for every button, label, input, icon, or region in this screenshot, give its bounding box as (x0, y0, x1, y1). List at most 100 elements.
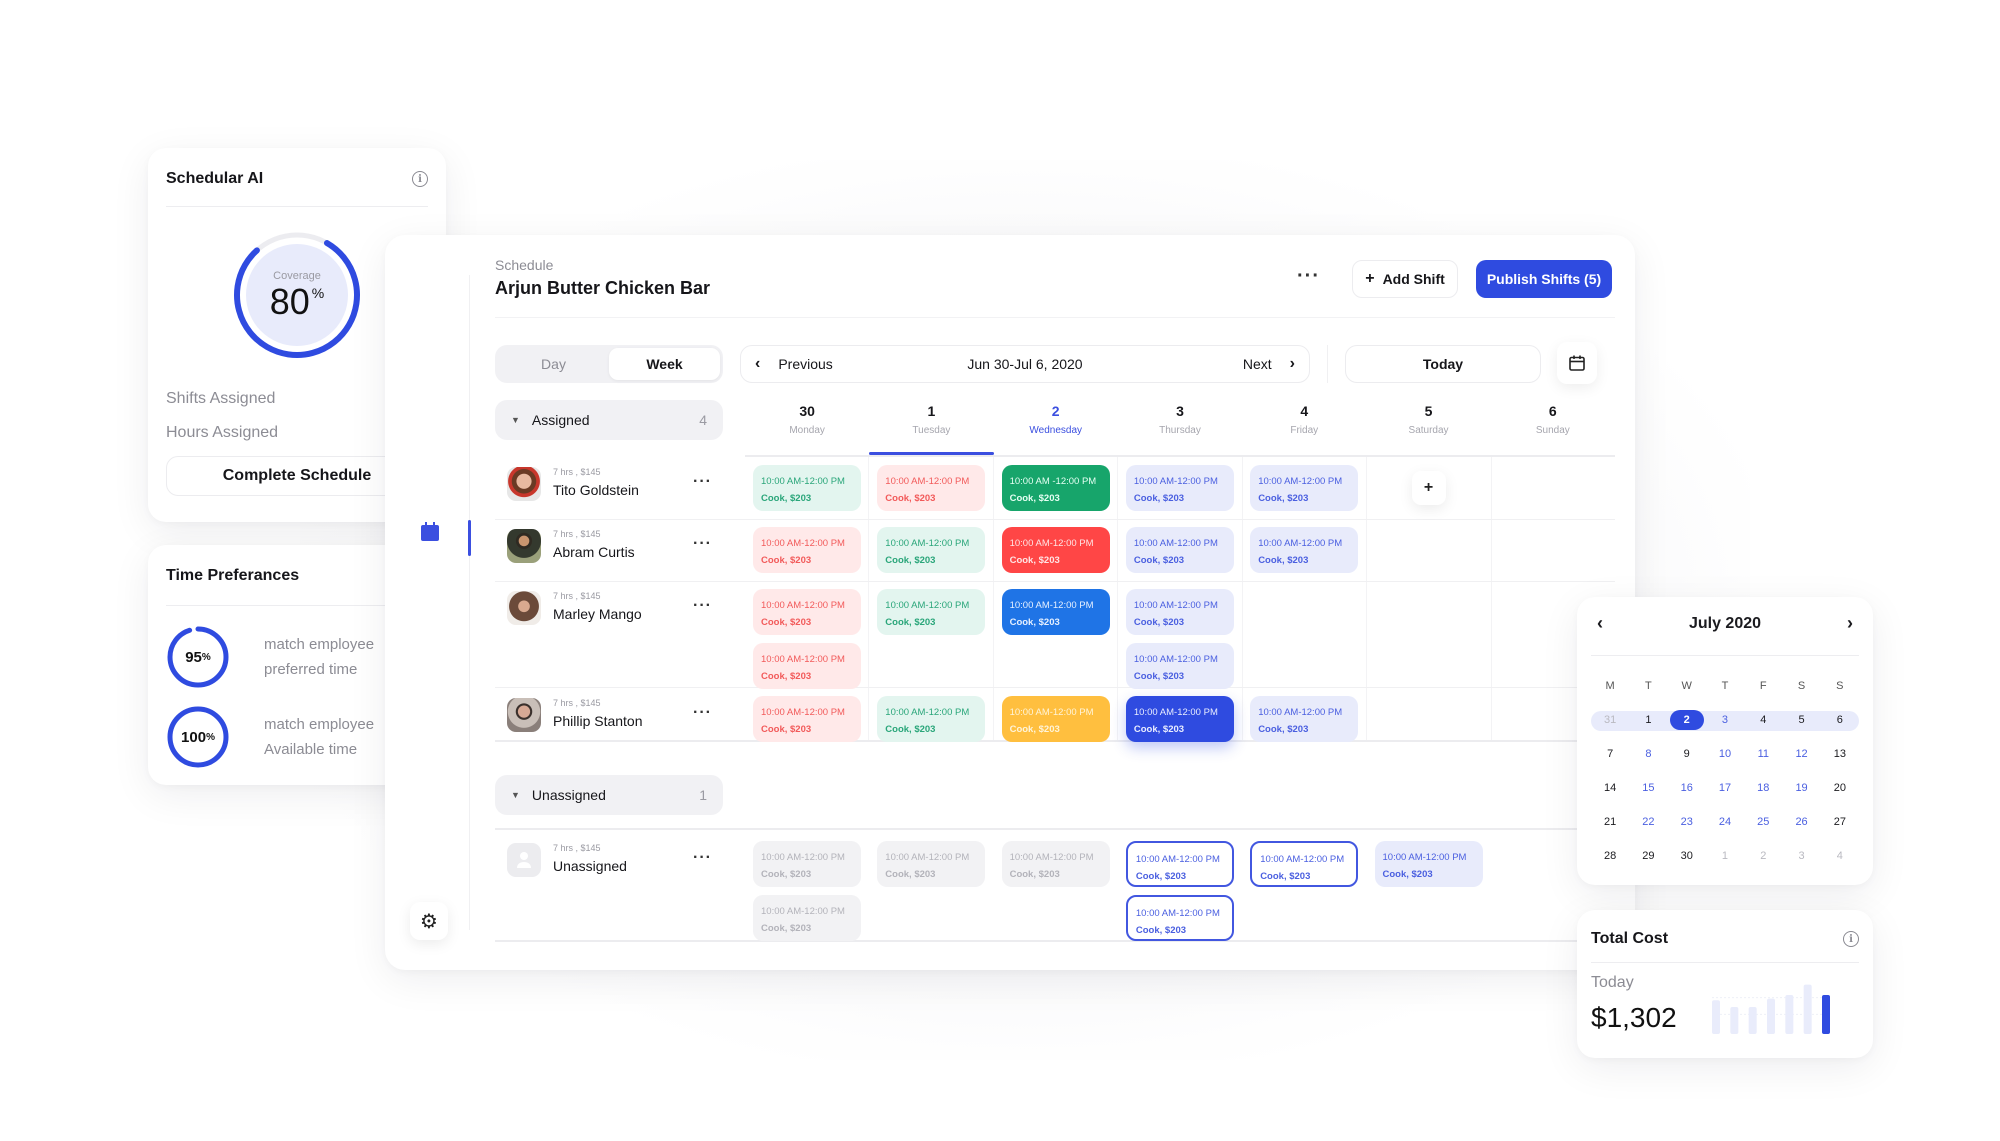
calendar-day[interactable]: 7 (1591, 748, 1629, 760)
day-column-header[interactable]: 4 Friday (1242, 395, 1366, 455)
calendar-day[interactable]: 25 (1744, 816, 1782, 828)
shift-card[interactable]: 10:00 AM-12:00 PM Cook, $203 (877, 841, 986, 887)
employee-row[interactable]: 7 hrs , $145 Phillip Stanton ··· (507, 698, 727, 732)
employee-more-button[interactable]: ··· (693, 704, 712, 722)
shift-card[interactable]: 10:00 AM-12:00 PM Cook, $203 (753, 696, 861, 742)
previous-button[interactable]: ‹ Previous (755, 355, 833, 373)
shift-card[interactable]: 10:00 AM-12:00 PM Cook, $203 (1125, 465, 1234, 511)
employee-row[interactable]: 7 hrs , $145 Unassigned ··· (507, 843, 727, 877)
shift-card[interactable]: 10:00 AM-12:00 PM Cook, $203 (1250, 527, 1359, 573)
shift-card[interactable]: 10:00 AM-12:00 PM Cook, $203 (1125, 527, 1234, 573)
shift-card[interactable]: 10:00 AM-12:00 PM Cook, $203 (753, 841, 861, 887)
prev-month-button[interactable]: ‹ (1589, 613, 1611, 634)
calendar-day[interactable]: 29 (1629, 850, 1667, 862)
day-column-header[interactable]: 2 Wednesday (994, 395, 1118, 455)
shift-card[interactable]: 10:00 AM-12:00 PM Cook, $203 (1125, 841, 1234, 887)
calendar-day[interactable]: 12 (1782, 748, 1820, 760)
shift-card[interactable]: 10:00 AM-12:00 PM Cook, $203 (753, 589, 861, 635)
calendar-day[interactable]: 30 (1668, 850, 1706, 862)
add-shift-cell-button[interactable]: + (1411, 471, 1446, 505)
employee-more-button[interactable]: ··· (693, 849, 712, 867)
calendar-day[interactable]: 2 (1744, 850, 1782, 862)
employee-more-button[interactable]: ··· (693, 473, 712, 491)
calendar-day[interactable]: 21 (1591, 816, 1629, 828)
calendar-day[interactable]: 16 (1668, 782, 1706, 794)
calendar-day[interactable]: 19 (1782, 782, 1820, 794)
shift-card[interactable]: 10:00 AM-12:00 PM Cook, $203 (753, 527, 861, 573)
employee-more-button[interactable]: ··· (693, 535, 712, 553)
calendar-day[interactable]: 1 (1629, 714, 1667, 726)
tab-week[interactable]: Week (609, 348, 720, 380)
employee-more-button[interactable]: ··· (693, 597, 712, 615)
shift-card[interactable]: 10:00 AM-12:00 PM Cook, $203 (1001, 841, 1110, 887)
settings-button[interactable]: ⚙ (410, 902, 448, 940)
calendar-day[interactable]: 11 (1744, 748, 1782, 760)
calendar-day[interactable]: 13 (1821, 748, 1859, 760)
day-column-header[interactable]: 30 Monday (745, 395, 869, 455)
info-icon[interactable]: i (1843, 931, 1859, 947)
calendar-day[interactable]: 15 (1629, 782, 1667, 794)
calendar-day[interactable]: 20 (1821, 782, 1859, 794)
shift-card[interactable]: 10:00 AM-12:00 PM Cook, $203 (1125, 696, 1234, 742)
calendar-day[interactable]: 14 (1591, 782, 1629, 794)
add-shift-button[interactable]: + Add Shift (1352, 260, 1458, 298)
calendar-day[interactable]: 4 (1821, 850, 1859, 862)
calendar-day[interactable]: 24 (1706, 816, 1744, 828)
shift-card[interactable]: 10:00 AM-12:00 PM Cook, $203 (1250, 696, 1359, 742)
shift-card[interactable]: 10:00 AM-12:00 PM Cook, $203 (753, 643, 861, 689)
shift-card[interactable]: 10:00 AM-12:00 PM Cook, $203 (1125, 643, 1234, 689)
calendar-day[interactable]: 28 (1591, 850, 1629, 862)
shift-card[interactable]: 10:00 AM-12:00 PM Cook, $203 (1125, 589, 1234, 635)
day-column-header[interactable]: 5 Saturday (1366, 395, 1490, 455)
calendar-day[interactable]: 26 (1782, 816, 1820, 828)
more-options-button[interactable]: ··· (1297, 266, 1320, 286)
info-icon[interactable]: i (412, 171, 428, 187)
calendar-day[interactable]: 31 (1591, 714, 1629, 726)
unassigned-group-header[interactable]: ▼ Unassigned 1 (495, 775, 723, 815)
calendar-day[interactable]: 22 (1629, 816, 1667, 828)
calendar-day[interactable]: 3 (1706, 714, 1744, 726)
calendar-day[interactable]: 17 (1706, 782, 1744, 794)
shift-card[interactable]: 10:00 AM-12:00 PM Cook, $203 (1001, 696, 1110, 742)
calendar-day[interactable]: 1 (1706, 850, 1744, 862)
day-column-header[interactable]: 1 Tuesday (869, 395, 994, 455)
calendar-day[interactable]: 10 (1706, 748, 1744, 760)
shift-card[interactable]: 10:00 AM-12:00 PM Cook, $203 (753, 465, 861, 511)
calendar-day[interactable]: 9 (1668, 748, 1706, 760)
employee-row[interactable]: 7 hrs , $145 Tito Goldstein ··· (507, 467, 727, 501)
employee-row[interactable]: 7 hrs , $145 Marley Mango ··· (507, 591, 727, 625)
today-button[interactable]: Today (1345, 345, 1541, 383)
next-month-button[interactable]: › (1839, 613, 1861, 634)
calendar-day[interactable]: 27 (1821, 816, 1859, 828)
shift-card[interactable]: 10:00 AM-12:00 PM Cook, $203 (1001, 589, 1110, 635)
calendar-nav-icon[interactable] (421, 522, 439, 541)
shift-card[interactable]: 10:00 AM-12:00 PM Cook, $203 (877, 465, 986, 511)
calendar-day-selected[interactable]: 2 (1669, 710, 1704, 730)
shift-card[interactable]: 10:00 AM-12:00 PM Cook, $203 (753, 895, 861, 941)
shift-card[interactable]: 10:00 AM-12:00 PM Cook, $203 (1125, 895, 1234, 941)
day-column-header[interactable]: 3 Thursday (1118, 395, 1242, 455)
calendar-picker-button[interactable] (1557, 342, 1597, 384)
calendar-day[interactable]: 18 (1744, 782, 1782, 794)
calendar-day[interactable]: 5 (1782, 714, 1820, 726)
calendar-day[interactable]: 6 (1821, 714, 1859, 726)
assigned-group-header[interactable]: ▼ Assigned 4 (495, 400, 723, 440)
shift-card[interactable]: 10:00 AM-12:00 PM Cook, $203 (877, 696, 986, 742)
calendar-day[interactable]: 8 (1629, 748, 1667, 760)
publish-shifts-button[interactable]: Publish Shifts (5) (1476, 260, 1612, 298)
shift-card[interactable]: 10:00 AM-12:00 PM Cook, $203 (1374, 841, 1483, 887)
shift-card[interactable]: 10:00 AM-12:00 PM Cook, $203 (1001, 527, 1110, 573)
breadcrumb[interactable]: Schedule (495, 257, 553, 273)
shift-card[interactable]: 10:00 AM-12:00 PM Cook, $203 (1250, 465, 1359, 511)
shift-card[interactable]: 10:00 AM-12:00 PM Cook, $203 (1250, 841, 1359, 887)
calendar-day[interactable]: 23 (1668, 816, 1706, 828)
calendar-day[interactable]: 3 (1782, 850, 1820, 862)
next-button[interactable]: Next › (1243, 355, 1295, 373)
calendar-day[interactable]: 4 (1744, 714, 1782, 726)
shift-card[interactable]: 10:00 AM -12:00 PM Cook, $203 (1001, 465, 1110, 511)
shift-card[interactable]: 10:00 AM-12:00 PM Cook, $203 (877, 527, 986, 573)
shift-card[interactable]: 10:00 AM-12:00 PM Cook, $203 (877, 589, 986, 635)
employee-row[interactable]: 7 hrs , $145 Abram Curtis ··· (507, 529, 727, 563)
tab-day[interactable]: Day (498, 348, 609, 380)
day-column-header[interactable]: 6 Sunday (1491, 395, 1615, 455)
